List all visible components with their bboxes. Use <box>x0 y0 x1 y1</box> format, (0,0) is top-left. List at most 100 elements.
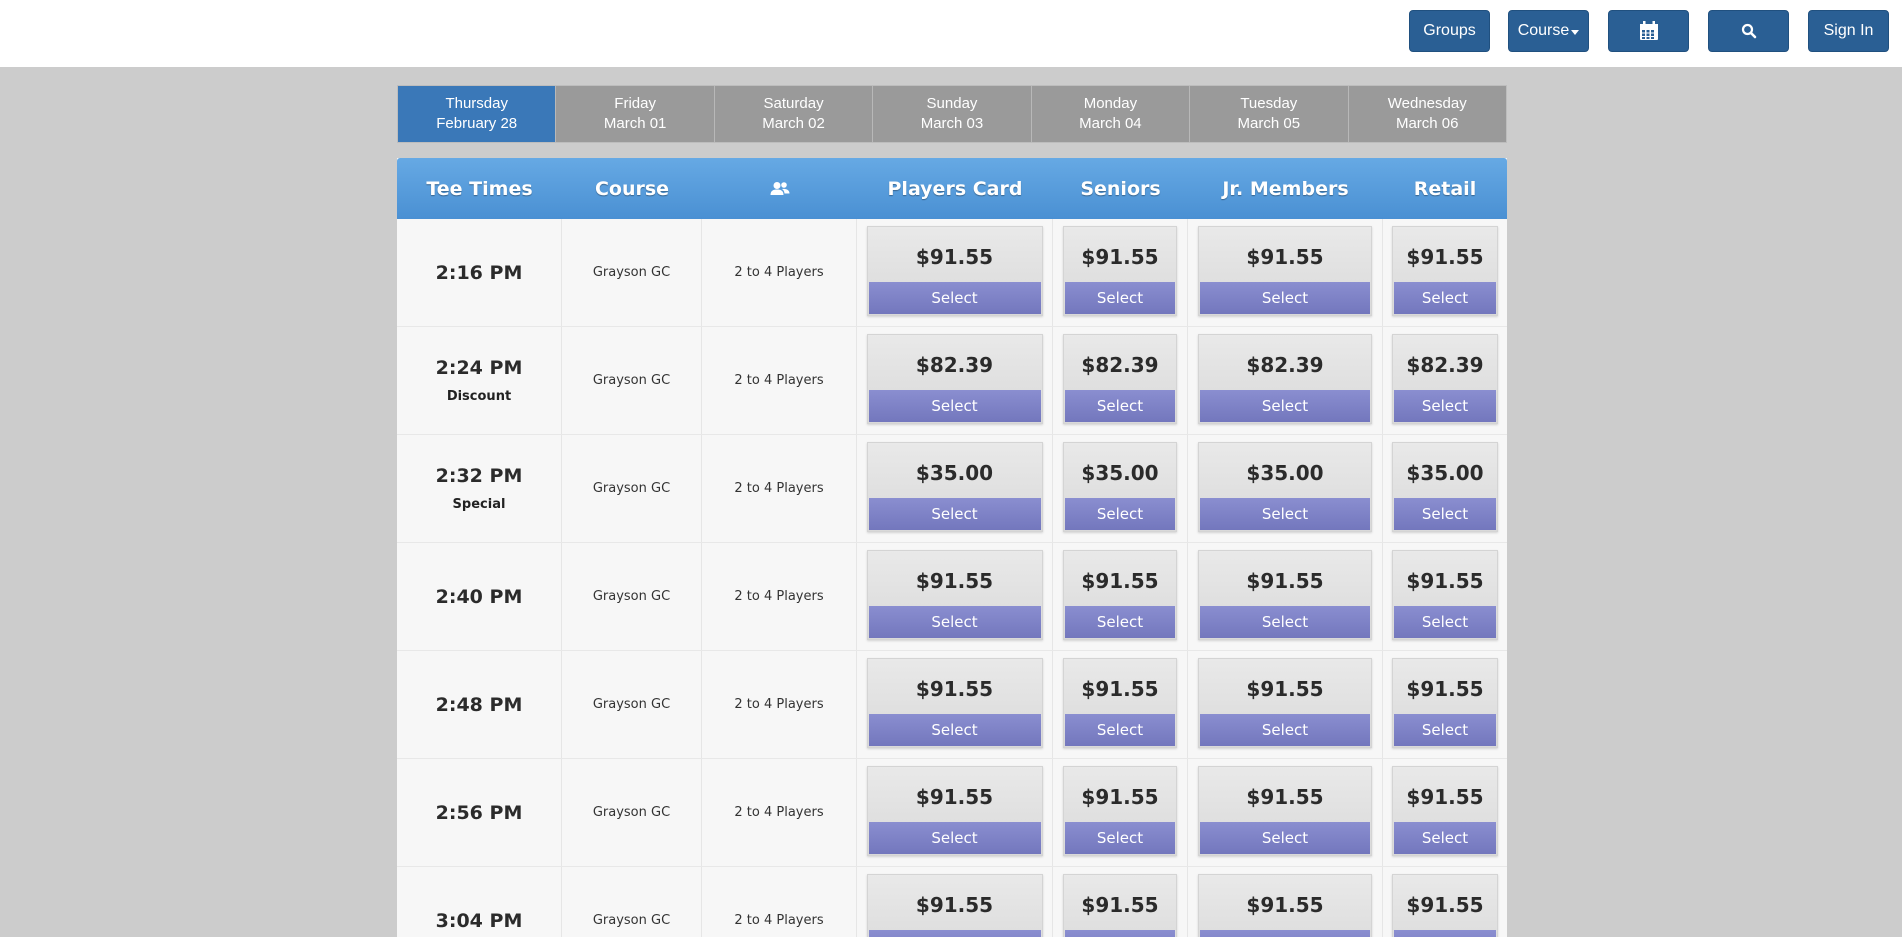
select-button[interactable]: Select <box>1065 498 1175 530</box>
select-button[interactable]: Select <box>1065 282 1175 314</box>
price-cell-jr-members: $82.39 Select <box>1188 327 1383 434</box>
header-tee-times: Tee Times <box>426 177 533 200</box>
price-value: $91.55 <box>1246 892 1324 917</box>
calendar-icon <box>1639 21 1658 40</box>
price-value: $91.55 <box>1081 892 1159 917</box>
day-tab-date: March 04 <box>1079 115 1142 132</box>
course-name: Grayson GC <box>592 265 671 280</box>
select-button[interactable]: Select <box>1200 714 1370 746</box>
price-value: $91.55 <box>915 892 994 917</box>
select-button[interactable]: Select <box>1200 930 1370 937</box>
select-button[interactable]: Select <box>868 282 1041 314</box>
price-value: $91.55 <box>1246 676 1324 701</box>
players-cell: 2 to 4 Players <box>702 327 857 434</box>
tee-time-cell: 3:04 PM <box>397 867 562 937</box>
select-button[interactable]: Select <box>1394 714 1496 746</box>
select-button[interactable]: Select <box>1394 606 1496 638</box>
price-card: $91.55 Select <box>1198 874 1372 937</box>
groups-button[interactable]: Groups <box>1409 10 1490 52</box>
price-cell-seniors: $91.55 Select <box>1053 759 1188 866</box>
price-value: $82.39 <box>1406 352 1484 377</box>
select-button[interactable]: Select <box>868 714 1041 746</box>
price-cell-retail: $91.55 Select <box>1383 651 1507 758</box>
price-card: $91.55 Select <box>1198 550 1372 640</box>
sign-in-button[interactable]: Sign In <box>1808 10 1889 52</box>
table-row: 2:32 PM Special Grayson GC 2 to 4 Players $3… <box>397 435 1507 543</box>
price-value: $91.55 <box>915 676 994 701</box>
table-row: 2:16 PM Grayson GC 2 to 4 Players $91.55 Sel… <box>397 219 1507 327</box>
course-dropdown-button[interactable]: Course <box>1508 10 1589 52</box>
price-value: $35.00 <box>1406 460 1484 485</box>
search-button[interactable] <box>1708 10 1789 52</box>
select-button[interactable]: Select <box>868 498 1041 530</box>
price-cell-players-card: $82.39 Select <box>857 327 1053 434</box>
table-row: 2:24 PM Discount Grayson GC 2 to 4 Players $… <box>397 327 1507 435</box>
calendar-button[interactable] <box>1608 10 1689 52</box>
price-value: $35.00 <box>915 460 994 485</box>
select-button[interactable]: Select <box>1200 282 1370 314</box>
select-button[interactable]: Select <box>868 930 1041 937</box>
price-cell-seniors: $91.55 Select <box>1053 543 1188 650</box>
price-card: $82.39 Select <box>1063 334 1177 424</box>
day-tab[interactable]: Sunday March 03 <box>873 86 1032 142</box>
price-card: $91.55 Select <box>866 226 1043 316</box>
select-button[interactable]: Select <box>1200 498 1370 530</box>
tee-time-cell: 2:16 PM <box>397 219 562 326</box>
select-button[interactable]: Select <box>1394 498 1496 530</box>
day-tab-date: March 06 <box>1395 115 1459 132</box>
day-tab-date: March 05 <box>1237 115 1301 132</box>
select-button[interactable]: Select <box>1200 606 1370 638</box>
select-button[interactable]: Select <box>1065 822 1175 854</box>
course-name: Grayson GC <box>592 913 671 928</box>
tee-time: 2:24 PM <box>435 357 523 379</box>
header-players-card: Players Card <box>887 177 1023 200</box>
select-button[interactable]: Select <box>1394 930 1496 937</box>
price-card: $82.39 Select <box>1392 334 1498 424</box>
players-count: 2 to 4 Players <box>734 481 824 496</box>
day-tab[interactable]: Tuesday March 05 <box>1190 86 1349 142</box>
select-button[interactable]: Select <box>1200 390 1370 422</box>
price-value: $82.39 <box>1081 352 1159 377</box>
price-card: $91.55 Select <box>866 550 1043 640</box>
tee-time-tag: Discount <box>446 389 512 404</box>
players-count: 2 to 4 Players <box>734 913 824 928</box>
select-button[interactable]: Select <box>1065 714 1175 746</box>
price-cell-players-card: $91.55 Select <box>857 651 1053 758</box>
day-tab[interactable]: Saturday March 02 <box>714 86 874 142</box>
search-icon <box>1741 23 1756 39</box>
price-value: $91.55 <box>915 244 994 269</box>
tee-time-tag: Special <box>452 497 506 512</box>
select-button[interactable]: Select <box>868 822 1041 854</box>
select-button[interactable]: Select <box>1394 282 1496 314</box>
players-count: 2 to 4 Players <box>734 589 824 604</box>
day-tab-date: March 02 <box>762 115 825 132</box>
select-button[interactable]: Select <box>1200 822 1370 854</box>
day-tab[interactable]: Wednesday March 06 <box>1348 86 1506 142</box>
day-tab[interactable]: Monday March 04 <box>1031 86 1191 142</box>
course-name: Grayson GC <box>592 589 671 604</box>
price-value: $91.55 <box>1246 244 1324 269</box>
select-button[interactable]: Select <box>1065 606 1175 638</box>
tee-time: 2:48 PM <box>435 693 523 716</box>
price-card: $91.55 Select <box>866 874 1043 937</box>
select-button[interactable]: Select <box>1065 390 1175 422</box>
select-button[interactable]: Select <box>1065 930 1175 937</box>
select-button[interactable]: Select <box>868 606 1041 638</box>
players-count: 2 to 4 Players <box>734 805 824 820</box>
day-tab-weekday: Tuesday <box>1240 95 1298 112</box>
price-value: $82.39 <box>915 352 994 377</box>
price-value: $91.55 <box>915 784 994 809</box>
players-cell: 2 to 4 Players <box>702 651 857 758</box>
select-button[interactable]: Select <box>1394 822 1496 854</box>
select-button[interactable]: Select <box>1394 390 1496 422</box>
price-value: $91.55 <box>915 568 994 593</box>
select-button[interactable]: Select <box>868 390 1041 422</box>
tee-time: 2:40 PM <box>435 585 523 608</box>
price-card: $91.55 Select <box>1063 874 1177 937</box>
day-tab[interactable]: Friday March 01 <box>556 86 715 142</box>
price-card: $82.39 Select <box>1198 334 1372 424</box>
price-value: $35.00 <box>1081 460 1159 485</box>
tee-time-cell: 2:56 PM <box>397 759 562 866</box>
price-cell-retail: $35.00 Select <box>1383 435 1507 542</box>
day-tab[interactable]: Thursday February 28 <box>398 86 557 142</box>
